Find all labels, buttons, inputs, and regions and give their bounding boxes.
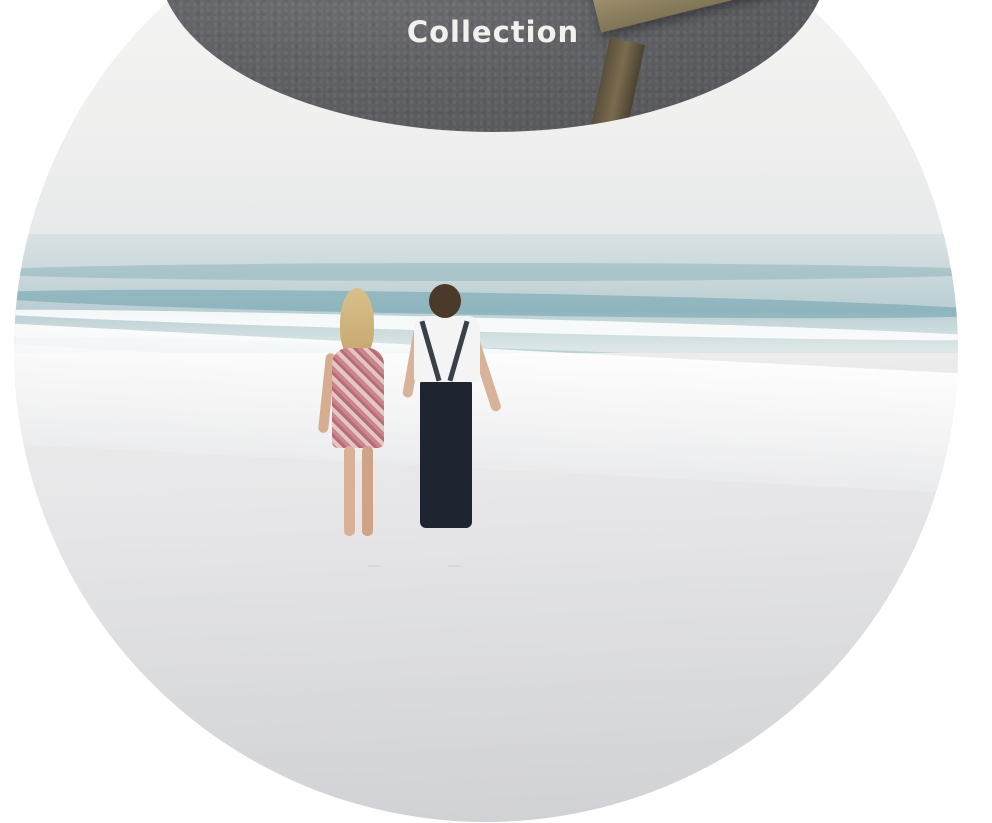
woman-leg (362, 446, 373, 536)
page-canvas: Collection (0, 0, 992, 823)
couple-walking (304, 278, 504, 568)
collection-title: Collection (406, 15, 580, 49)
collection-badge-circle[interactable]: Collection (158, 0, 828, 132)
man-trousers (420, 380, 472, 528)
man-head (429, 284, 461, 318)
woman-dress (332, 348, 384, 448)
footprints (314, 556, 514, 576)
woman-leg (344, 446, 355, 536)
